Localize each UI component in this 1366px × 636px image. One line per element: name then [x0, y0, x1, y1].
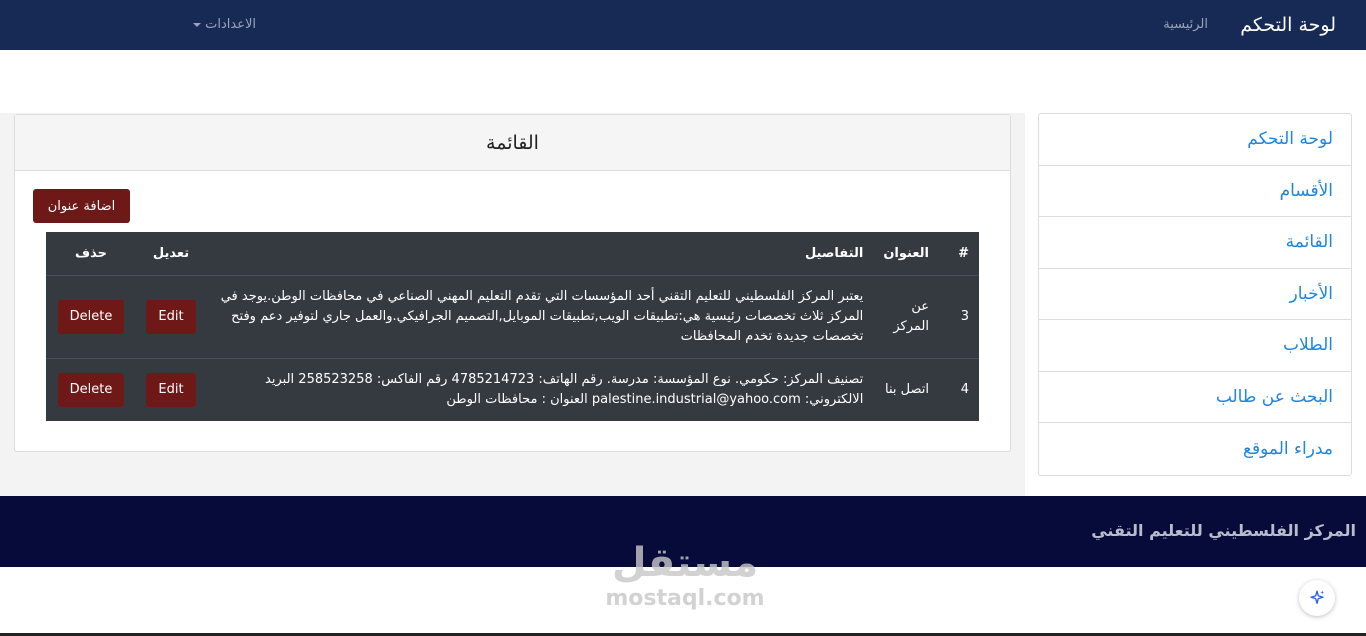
watermark-arabic: مستقل [611, 540, 759, 586]
header-title: العنوان [873, 232, 939, 276]
settings-dropdown-label: الاعدادات [205, 17, 256, 32]
menu-table: # العنوان التفاصيل تعديل حذف 3 عن المركز… [46, 232, 979, 421]
mostaql-watermark: مستقل mostaql.com [600, 538, 770, 610]
top-navbar: لوحة التحكم الرئيسية الاعدادات [0, 0, 1366, 50]
add-title-button[interactable]: اضافة عنوان [33, 189, 130, 223]
table-row: 4 اتصل بنا تصنيف المركز: حكومي. نوع المؤ… [46, 357, 979, 421]
sidebar-item-news[interactable]: الأخبار [1039, 269, 1351, 320]
cell-delete: Delete [46, 357, 136, 421]
cell-title: اتصل بنا [873, 357, 939, 421]
edit-button[interactable]: Edit [146, 299, 196, 334]
sidebar-item-student-search[interactable]: البحث عن طالب [1039, 372, 1351, 423]
header-delete: حذف [46, 232, 136, 276]
sidebar-item-label: لوحة التحكم [1247, 129, 1333, 150]
cell-edit: Edit [136, 274, 206, 358]
header-details: التفاصيل [206, 232, 874, 276]
edit-button[interactable]: Edit [146, 372, 196, 407]
sidebar-item-label: البحث عن طالب [1215, 386, 1333, 407]
cell-title: عن المركز [873, 274, 939, 358]
sidebar-menu: لوحة التحكم الأقسام القائمة الأخبار الطل… [1038, 113, 1352, 476]
watermark-latin: mostaql.com [605, 586, 765, 611]
panel-title: القائمة [15, 115, 1010, 171]
nav-home-link[interactable]: الرئيسية [1163, 17, 1208, 32]
sidebar-item-label: الطلاب [1283, 335, 1333, 356]
header-edit: تعديل [136, 232, 206, 276]
cell-details: يعتبر المركز الفلسطيني للتعليم التقني أح… [206, 274, 874, 358]
table-header-row: # العنوان التفاصيل تعديل حذف [46, 232, 979, 276]
cell-num: 3 [939, 274, 979, 358]
settings-dropdown[interactable]: الاعدادات [188, 17, 256, 32]
cell-delete: Delete [46, 274, 136, 358]
cell-details: تصنيف المركز: حكومي. نوع المؤسسة: مدرسة.… [206, 357, 874, 421]
sidebar-item-label: الأخبار [1289, 283, 1333, 304]
footer-text: المركز الفلسطيني للتعليم التقني [1091, 521, 1356, 540]
cell-edit: Edit [136, 357, 206, 421]
delete-button[interactable]: Delete [57, 299, 125, 334]
menu-panel: القائمة اضافة عنوان # العنوان التفاصيل ت… [14, 114, 1011, 452]
cell-num: 4 [939, 357, 979, 421]
sidebar-item-label: القائمة [1285, 232, 1333, 253]
sidebar-item-label: الأقسام [1279, 180, 1333, 201]
ai-assistant-button[interactable] [1299, 580, 1335, 616]
navbar-brand[interactable]: لوحة التحكم [1240, 14, 1336, 36]
header-num: # [939, 232, 979, 276]
sidebar-item-students[interactable]: الطلاب [1039, 320, 1351, 372]
table-row: 3 عن المركز يعتبر المركز الفلسطيني للتعل… [46, 274, 979, 358]
sidebar-item-label: مدراء الموقع [1242, 438, 1333, 459]
sidebar-item-admins[interactable]: مدراء الموقع [1039, 423, 1351, 475]
sidebar-item-dashboard[interactable]: لوحة التحكم [1039, 114, 1351, 166]
sidebar-item-menu[interactable]: القائمة [1039, 217, 1351, 269]
chevron-down-icon [193, 22, 201, 27]
sparkle-icon [1310, 590, 1325, 604]
sidebar-item-sections[interactable]: الأقسام [1039, 166, 1351, 217]
delete-button[interactable]: Delete [57, 372, 125, 407]
